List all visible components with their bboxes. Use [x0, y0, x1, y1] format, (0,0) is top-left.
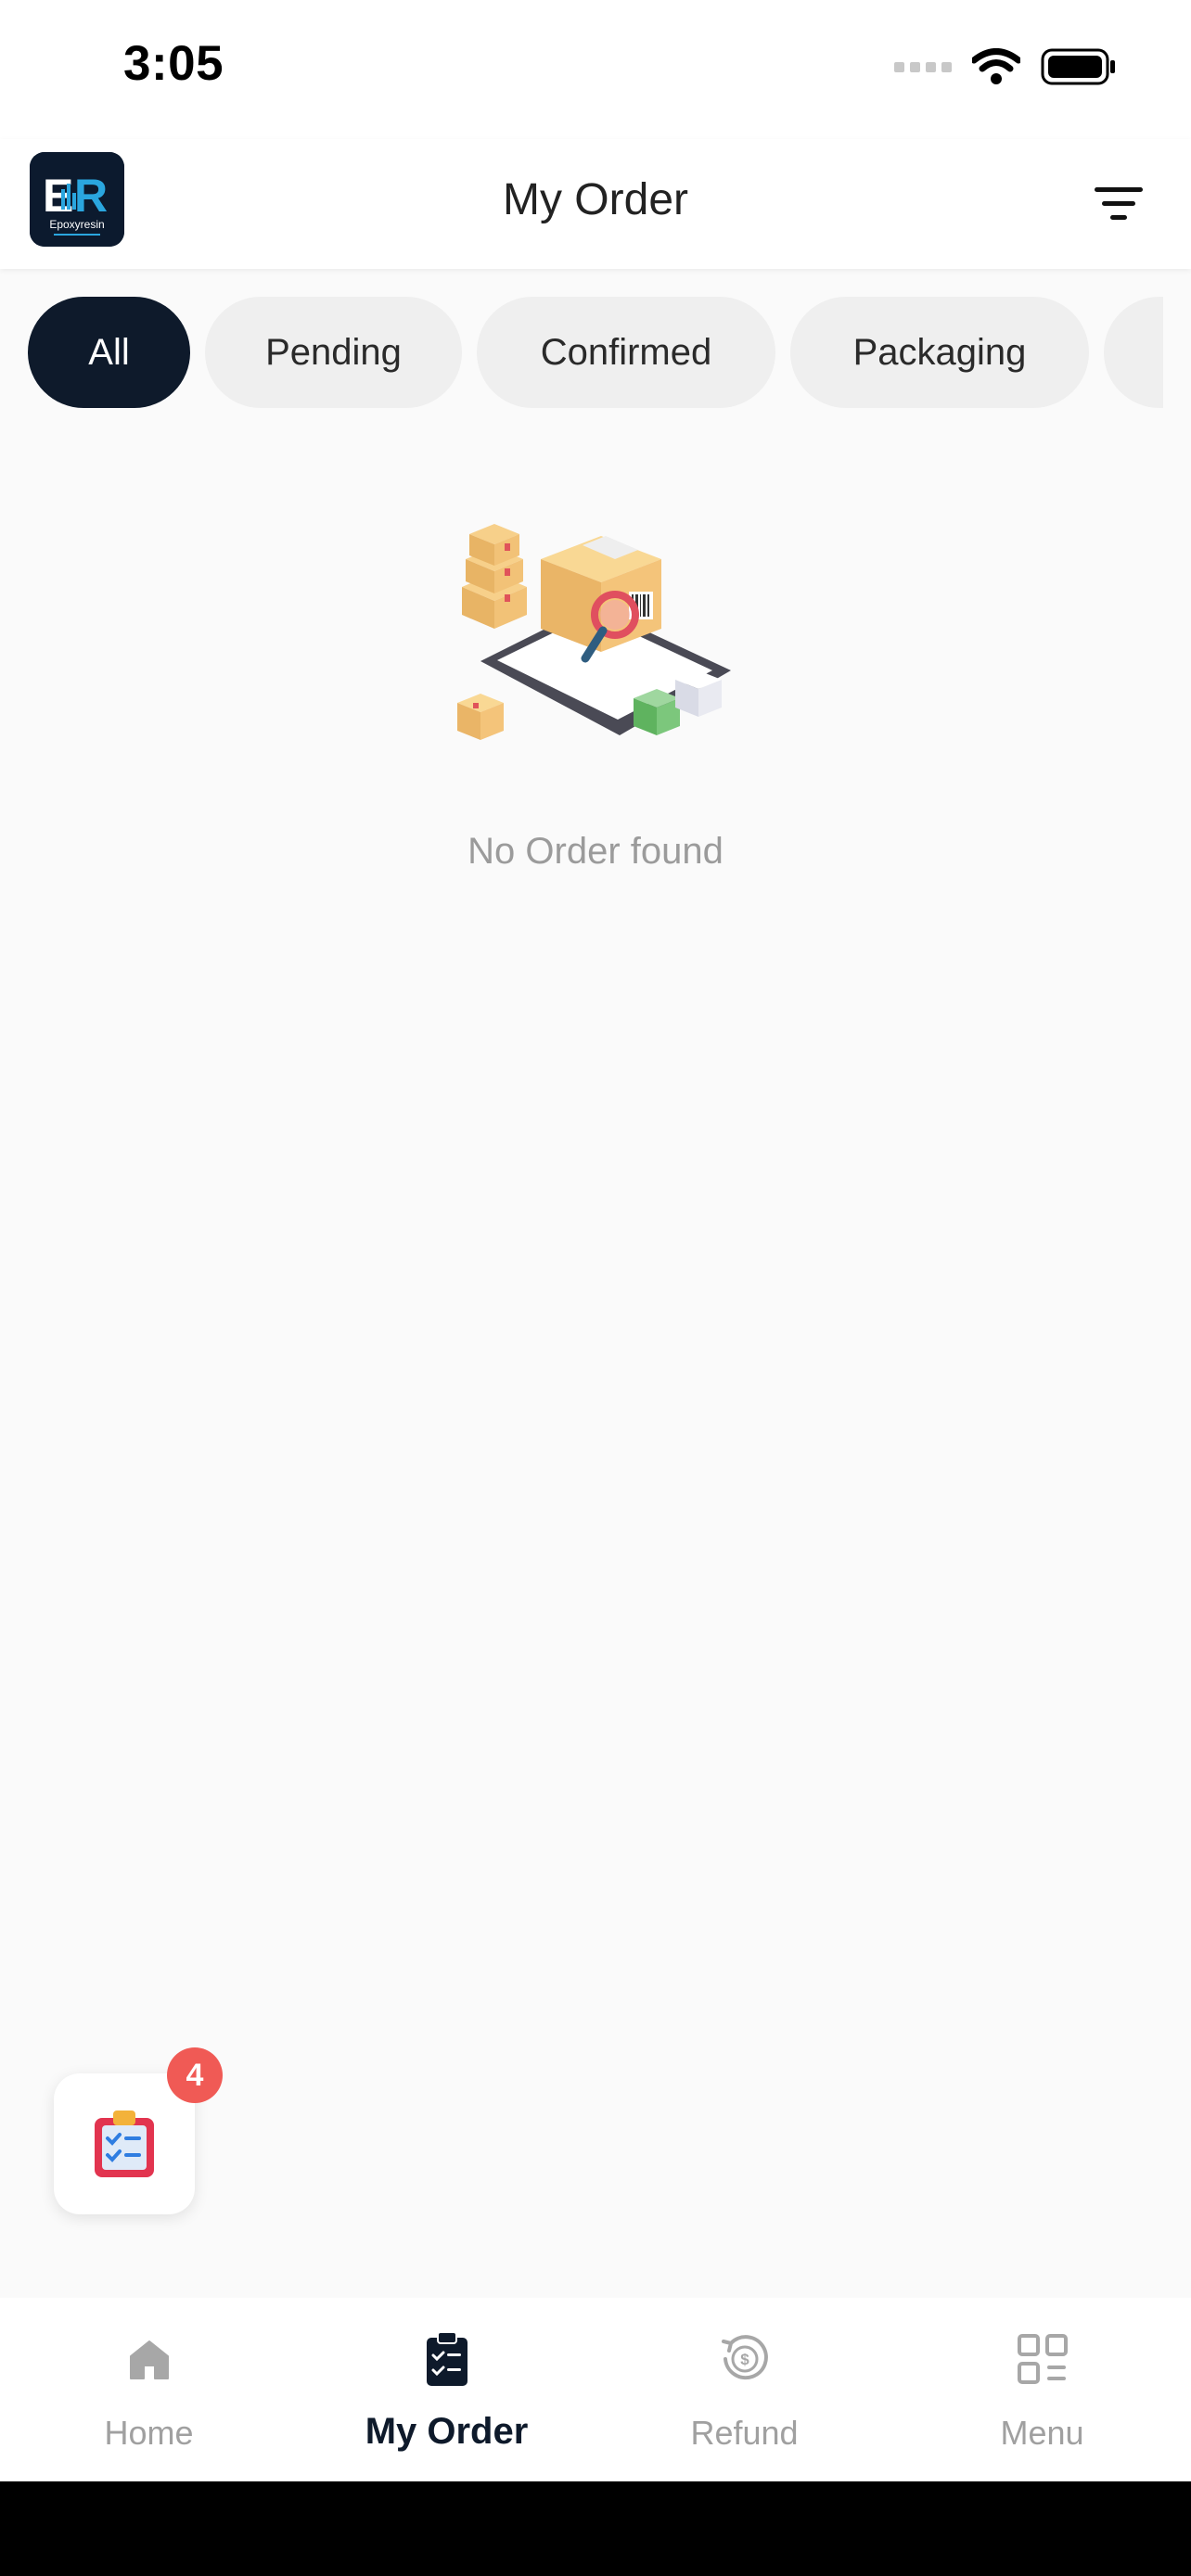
status-time: 3:05: [123, 36, 224, 91]
tab-next[interactable]: [1104, 297, 1163, 408]
battery-icon: [1041, 48, 1115, 85]
nav-my-order-label: My Order: [365, 2411, 529, 2452]
tab-label: All: [88, 331, 130, 373]
refund-icon: $: [721, 2335, 768, 2380]
nav-refund[interactable]: $ Refund: [596, 2298, 893, 2481]
nav-home[interactable]: Home: [0, 2298, 298, 2481]
signal-icon: [894, 62, 952, 72]
filter-icon: [1095, 187, 1143, 220]
grid-menu-icon: [1017, 2334, 1068, 2384]
nav-my-order[interactable]: My Order: [298, 2298, 596, 2481]
clipboard-check-icon: [95, 2111, 154, 2177]
svg-text:$: $: [740, 2351, 749, 2368]
nav-menu[interactable]: Menu: [893, 2298, 1191, 2481]
order-status-tabs: All Pending Confirmed Packaging: [0, 297, 1163, 410]
tab-pending[interactable]: Pending: [205, 297, 462, 408]
app-header: E R Epoxyresin My Order: [0, 139, 1191, 269]
page-title: My Order: [502, 175, 688, 224]
empty-state-message: No Order found: [467, 831, 724, 872]
notification-badge: 4: [167, 2047, 223, 2103]
status-icons: [894, 43, 1117, 91]
order-clipboard-button[interactable]: [54, 2073, 195, 2214]
clipboard-check-icon: [426, 2331, 467, 2386]
tab-label: Confirmed: [540, 331, 712, 373]
empty-orders-illustration: [457, 524, 731, 740]
nav-home-label: Home: [104, 2414, 194, 2452]
home-indicator-bar: [0, 2481, 1191, 2576]
tab-confirmed[interactable]: Confirmed: [477, 297, 775, 408]
tab-label: Packaging: [852, 331, 1027, 373]
bottom-navigation: Home My Order $ Refund Menu: [0, 2298, 1191, 2481]
nav-refund-label: Refund: [690, 2414, 799, 2452]
filter-button[interactable]: [1091, 176, 1146, 232]
tab-label: Pending: [265, 331, 402, 373]
tab-packaging[interactable]: Packaging: [790, 297, 1089, 408]
status-bar: 3:05: [0, 0, 1191, 139]
nav-menu-label: Menu: [1000, 2414, 1084, 2452]
tab-all[interactable]: All: [28, 297, 190, 408]
home-icon: [129, 2340, 169, 2379]
wifi-icon: [972, 48, 1020, 84]
